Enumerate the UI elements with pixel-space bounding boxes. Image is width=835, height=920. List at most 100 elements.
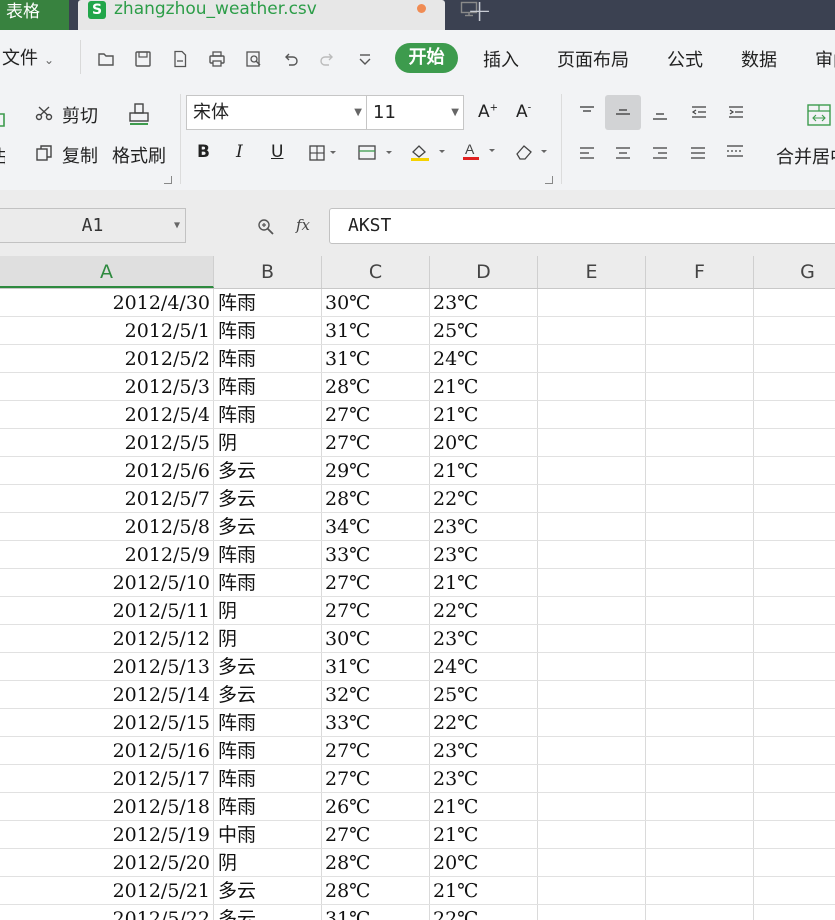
cut-button[interactable]: 剪切 (62, 102, 98, 128)
high-temp-cell[interactable]: 27℃ (325, 569, 425, 597)
date-cell[interactable]: 2012/5/13 (0, 653, 213, 681)
low-temp-cell[interactable]: 25℃ (433, 681, 533, 709)
weather-cell[interactable]: 阴 (218, 849, 318, 877)
merge-cells-icon[interactable] (807, 104, 831, 130)
decrease-indent-icon[interactable] (690, 104, 708, 123)
high-temp-cell[interactable]: 31℃ (325, 653, 425, 681)
tab-review[interactable]: 审阅 (815, 46, 835, 72)
weather-cell[interactable]: 阴 (218, 429, 318, 457)
weather-cell[interactable]: 多云 (218, 905, 318, 920)
weather-cell[interactable]: 阴 (218, 625, 318, 653)
high-temp-cell[interactable]: 27℃ (325, 765, 425, 793)
high-temp-cell[interactable]: 33℃ (325, 709, 425, 737)
weather-cell[interactable]: 阵雨 (218, 569, 318, 597)
weather-cell[interactable]: 阵雨 (218, 709, 318, 737)
high-temp-cell[interactable]: 33℃ (325, 541, 425, 569)
weather-cell[interactable]: 阵雨 (218, 317, 318, 345)
high-temp-cell[interactable]: 32℃ (325, 681, 425, 709)
low-temp-cell[interactable]: 20℃ (433, 429, 533, 457)
name-box[interactable]: A1 ▼ (0, 208, 186, 243)
date-cell[interactable]: 2012/5/11 (0, 597, 213, 625)
underline-button[interactable]: U (271, 142, 283, 162)
weather-cell[interactable]: 阵雨 (218, 737, 318, 765)
high-temp-cell[interactable]: 30℃ (325, 289, 425, 317)
low-temp-cell[interactable]: 21℃ (433, 373, 533, 401)
low-temp-cell[interactable]: 22℃ (433, 905, 533, 920)
high-temp-cell[interactable]: 27℃ (325, 737, 425, 765)
insert-function-icon[interactable]: fx (296, 216, 310, 234)
weather-cell[interactable]: 多云 (218, 877, 318, 905)
fill-color-icon[interactable] (410, 142, 448, 166)
low-temp-cell[interactable]: 21℃ (433, 569, 533, 597)
date-cell[interactable]: 2012/5/21 (0, 877, 213, 905)
app-tab[interactable]: 表格 (0, 0, 69, 30)
column-header-d[interactable]: D (430, 256, 538, 288)
low-temp-cell[interactable]: 23℃ (433, 289, 533, 317)
customize-toolbar-icon[interactable] (356, 50, 374, 68)
high-temp-cell[interactable]: 28℃ (325, 485, 425, 513)
high-temp-cell[interactable]: 27℃ (325, 429, 425, 457)
date-cell[interactable]: 2012/5/3 (0, 373, 213, 401)
redo-icon[interactable] (318, 50, 336, 68)
low-temp-cell[interactable]: 22℃ (433, 485, 533, 513)
column-header-b[interactable]: B (214, 256, 322, 288)
date-cell[interactable]: 2012/5/10 (0, 569, 213, 597)
column-header-c[interactable]: C (322, 256, 430, 288)
date-cell[interactable]: 2012/4/30 (0, 289, 213, 317)
weather-cell[interactable]: 中雨 (218, 821, 318, 849)
print-preview-icon[interactable] (245, 50, 263, 68)
sheet-grid[interactable]: 2012/4/30 阵雨 30℃ 23℃ 2012/5/1 阵雨 31℃ 25℃ 2012/5/… (0, 289, 835, 920)
zoom-lookup-icon[interactable] (257, 218, 275, 240)
align-bottom-icon[interactable] (651, 106, 669, 125)
low-temp-cell[interactable]: 21℃ (433, 793, 533, 821)
fill-format-icon[interactable] (358, 145, 394, 165)
weather-cell[interactable]: 阴 (218, 597, 318, 625)
document-tab[interactable]: S zhangzhou_weather.csv (78, 0, 478, 30)
weather-cell[interactable]: 多云 (218, 457, 318, 485)
low-temp-cell[interactable]: 22℃ (433, 597, 533, 625)
column-header-e[interactable]: E (538, 256, 646, 288)
tab-page-layout[interactable]: 页面布局 (557, 46, 629, 72)
font-launcher-icon[interactable] (545, 176, 553, 184)
high-temp-cell[interactable]: 29℃ (325, 457, 425, 485)
date-cell[interactable]: 2012/5/20 (0, 849, 213, 877)
weather-cell[interactable]: 多云 (218, 653, 318, 681)
export-pdf-icon[interactable] (171, 50, 189, 68)
date-cell[interactable]: 2012/5/12 (0, 625, 213, 653)
high-temp-cell[interactable]: 31℃ (325, 345, 425, 373)
high-temp-cell[interactable]: 27℃ (325, 821, 425, 849)
column-header-f[interactable]: F (646, 256, 754, 288)
low-temp-cell[interactable]: 21℃ (433, 401, 533, 429)
tab-data[interactable]: 数据 (741, 46, 777, 72)
date-cell[interactable]: 2012/5/6 (0, 457, 213, 485)
date-cell[interactable]: 2012/5/22 (0, 905, 213, 920)
borders-icon[interactable] (309, 145, 337, 165)
tab-formulas[interactable]: 公式 (667, 46, 703, 72)
weather-cell[interactable]: 阵雨 (218, 541, 318, 569)
paste-label[interactable]: 占 (0, 143, 5, 169)
align-center-icon[interactable] (614, 145, 632, 164)
high-temp-cell[interactable]: 28℃ (325, 373, 425, 401)
paste-icon[interactable] (0, 110, 8, 132)
high-temp-cell[interactable]: 26℃ (325, 793, 425, 821)
scissors-icon[interactable] (35, 104, 53, 126)
increase-font-icon[interactable]: A+ (478, 102, 498, 122)
weather-cell[interactable]: 阵雨 (218, 289, 318, 317)
weather-cell[interactable]: 阵雨 (218, 765, 318, 793)
low-temp-cell[interactable]: 25℃ (433, 317, 533, 345)
copy-icon[interactable] (35, 144, 53, 166)
high-temp-cell[interactable]: 31℃ (325, 905, 425, 920)
justify-icon[interactable] (689, 145, 707, 164)
align-middle-icon[interactable] (614, 105, 632, 124)
weather-cell[interactable]: 多云 (218, 485, 318, 513)
font-size-select[interactable]: 11 ▼ (366, 95, 464, 130)
low-temp-cell[interactable]: 22℃ (433, 709, 533, 737)
format-painter-button[interactable]: 格式刷 (112, 142, 166, 168)
new-tab-plus-icon[interactable]: + (467, 0, 492, 29)
low-temp-cell[interactable]: 21℃ (433, 877, 533, 905)
bold-button[interactable]: B (197, 142, 210, 162)
low-temp-cell[interactable]: 24℃ (433, 345, 533, 373)
date-cell[interactable]: 2012/5/19 (0, 821, 213, 849)
file-menu[interactable]: 文件 ⌄ (2, 44, 54, 70)
low-temp-cell[interactable]: 23℃ (433, 765, 533, 793)
